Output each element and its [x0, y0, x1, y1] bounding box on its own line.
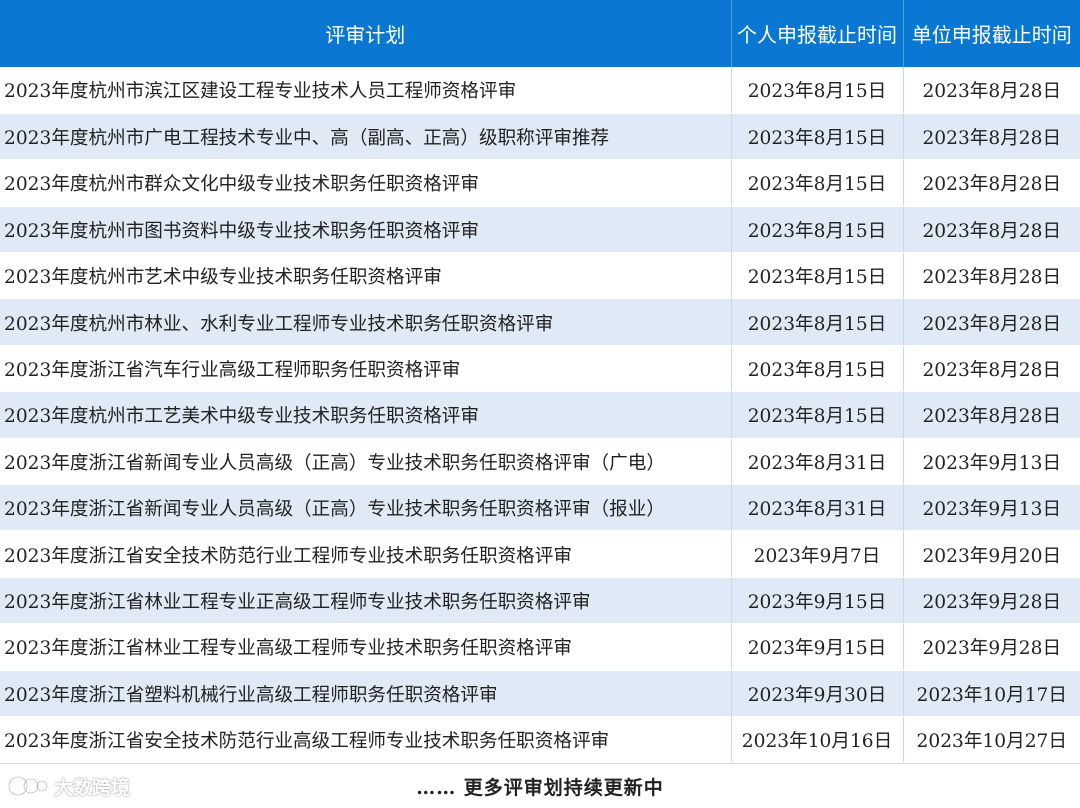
table-row: 2023年度浙江省安全技术防范行业高级工程师专业技术职务任职资格评审 2023年… — [0, 716, 1080, 764]
plan-cell: 2023年度浙江省汽车行业高级工程师职务任职资格评审 — [0, 345, 732, 393]
watermark-text: 大数跨境 — [54, 776, 131, 799]
table-row: 2023年度杭州市工艺美术中级专业技术职务任职资格评审 2023年8月15日 2… — [0, 391, 1080, 439]
header-unit-deadline: 单位申报截止时间 — [903, 0, 1080, 67]
table-row: 2023年度杭州市图书资料中级专业技术职务任职资格评审 2023年8月15日 2… — [0, 206, 1080, 254]
unit-deadline-cell: 2023年9月28日 — [903, 577, 1080, 625]
plan-cell: 2023年度浙江省林业工程专业正高级工程师专业技术职务任职资格评审 — [0, 577, 732, 625]
watermark-logo-icon — [7, 775, 49, 797]
personal-deadline-cell: 2023年9月15日 — [731, 623, 904, 671]
plan-cell: 2023年度杭州市广电工程技术专业中、高（副高、正高）级职称评审推荐 — [0, 113, 732, 161]
header-personal-deadline: 个人申报截止时间 — [731, 0, 904, 67]
plan-cell: 2023年度杭州市群众文化中级专业技术职务任职资格评审 — [0, 159, 732, 207]
personal-deadline-cell: 2023年8月15日 — [731, 67, 904, 114]
personal-deadline-cell: 2023年9月7日 — [731, 530, 904, 578]
plan-cell: 2023年度浙江省新闻专业人员高级（正高）专业技术职务任职资格评审（广电） — [0, 438, 732, 486]
table-row: 2023年度杭州市艺术中级专业技术职务任职资格评审 2023年8月15日 202… — [0, 252, 1080, 300]
unit-deadline-cell: 2023年8月28日 — [903, 206, 1080, 254]
unit-deadline-cell: 2023年9月13日 — [903, 438, 1080, 486]
plan-cell: 2023年度杭州市林业、水利专业工程师专业技术职务任职资格评审 — [0, 298, 732, 346]
table-header-row: 评审计划 个人申报截止时间 单位申报截止时间 — [0, 0, 1080, 67]
plan-cell: 2023年度浙江省安全技术防范行业高级工程师专业技术职务任职资格评审 — [0, 716, 732, 764]
personal-deadline-cell: 2023年8月15日 — [731, 113, 904, 161]
table-row: 2023年度杭州市滨江区建设工程专业技术人员工程师资格评审 2023年8月15日… — [0, 67, 1080, 114]
table-row: 2023年度浙江省汽车行业高级工程师职务任职资格评审 2023年8月15日 20… — [0, 345, 1080, 393]
personal-deadline-cell: 2023年8月31日 — [731, 484, 904, 532]
unit-deadline-cell: 2023年10月17日 — [903, 670, 1080, 717]
personal-deadline-cell: 2023年8月15日 — [731, 345, 904, 393]
personal-deadline-cell: 2023年8月15日 — [731, 159, 904, 207]
personal-deadline-cell: 2023年8月15日 — [731, 391, 904, 439]
watermark: 大数跨境 — [6, 771, 130, 801]
unit-deadline-cell: 2023年10月27日 — [903, 716, 1080, 764]
unit-deadline-cell: 2023年8月28日 — [903, 345, 1080, 393]
plan-cell: 2023年度杭州市工艺美术中级专业技术职务任职资格评审 — [0, 391, 732, 439]
unit-deadline-cell: 2023年9月13日 — [903, 484, 1080, 532]
plan-cell: 2023年度杭州市滨江区建设工程专业技术人员工程师资格评审 — [0, 67, 732, 114]
plan-cell: 2023年度杭州市艺术中级专业技术职务任职资格评审 — [0, 252, 732, 300]
table-row: 2023年度杭州市群众文化中级专业技术职务任职资格评审 2023年8月15日 2… — [0, 159, 1080, 207]
plan-cell: 2023年度浙江省林业工程专业高级工程师专业技术职务任职资格评审 — [0, 623, 732, 671]
table-row: 2023年度杭州市林业、水利专业工程师专业技术职务任职资格评审 2023年8月1… — [0, 298, 1080, 346]
unit-deadline-cell: 2023年8月28日 — [903, 159, 1080, 207]
unit-deadline-cell: 2023年8月28日 — [903, 252, 1080, 300]
unit-deadline-cell: 2023年8月28日 — [903, 391, 1080, 439]
review-schedule-table: 评审计划 个人申报截止时间 单位申报截止时间 2023年度杭州市滨江区建设工程专… — [0, 0, 1080, 764]
unit-deadline-cell: 2023年8月28日 — [903, 113, 1080, 161]
plan-cell: 2023年度浙江省塑料机械行业高级工程师职务任职资格评审 — [0, 670, 732, 717]
plan-cell: 2023年度浙江省新闻专业人员高级（正高）专业技术职务任职资格评审（报业） — [0, 484, 732, 532]
plan-cell: 2023年度杭州市图书资料中级专业技术职务任职资格评审 — [0, 206, 732, 254]
unit-deadline-cell: 2023年8月28日 — [903, 298, 1080, 346]
plan-cell: 2023年度浙江省安全技术防范行业工程师专业技术职务任职资格评审 — [0, 530, 732, 578]
more-updates-row: …… 更多评审划持续更新中 — [0, 763, 1080, 808]
personal-deadline-cell: 2023年9月15日 — [731, 577, 904, 625]
table-row: 2023年度杭州市广电工程技术专业中、高（副高、正高）级职称评审推荐 2023年… — [0, 113, 1080, 161]
personal-deadline-cell: 2023年10月16日 — [731, 716, 904, 764]
more-updates-text: …… 更多评审划持续更新中 — [416, 776, 664, 799]
table-row: 2023年度浙江省安全技术防范行业工程师专业技术职务任职资格评审 2023年9月… — [0, 530, 1080, 578]
table-row: 2023年度浙江省林业工程专业高级工程师专业技术职务任职资格评审 2023年9月… — [0, 623, 1080, 671]
table-row: 2023年度浙江省新闻专业人员高级（正高）专业技术职务任职资格评审（报业） 20… — [0, 484, 1080, 532]
unit-deadline-cell: 2023年9月20日 — [903, 530, 1080, 578]
personal-deadline-cell: 2023年9月30日 — [731, 670, 904, 717]
personal-deadline-cell: 2023年8月15日 — [731, 298, 904, 346]
unit-deadline-cell: 2023年8月28日 — [903, 67, 1080, 114]
table-row: 2023年度浙江省塑料机械行业高级工程师职务任职资格评审 2023年9月30日 … — [0, 670, 1080, 717]
personal-deadline-cell: 2023年8月31日 — [731, 438, 904, 486]
table-row: 2023年度浙江省新闻专业人员高级（正高）专业技术职务任职资格评审（广电） 20… — [0, 438, 1080, 486]
personal-deadline-cell: 2023年8月15日 — [731, 206, 904, 254]
unit-deadline-cell: 2023年9月28日 — [903, 623, 1080, 671]
personal-deadline-cell: 2023年8月15日 — [731, 252, 904, 300]
header-review-plan: 评审计划 — [0, 0, 732, 67]
table-row: 2023年度浙江省林业工程专业正高级工程师专业技术职务任职资格评审 2023年9… — [0, 577, 1080, 625]
